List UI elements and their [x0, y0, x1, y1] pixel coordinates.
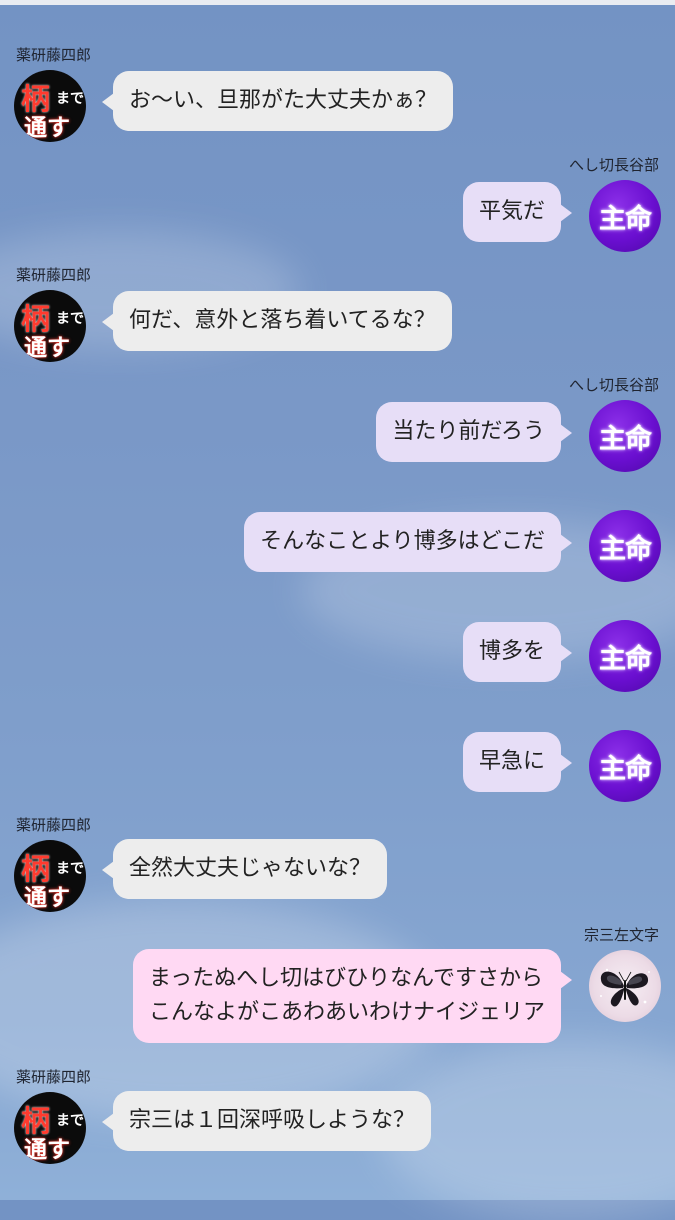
avatar-yagen[interactable]: 柄 まで 通す: [14, 70, 86, 142]
avatar-yagen[interactable]: 柄 まで 通す: [14, 290, 86, 362]
avatar-text: まで: [56, 91, 84, 107]
sender-name: 薬研藤四郎: [16, 46, 92, 64]
sender-name: へし切長谷部: [568, 376, 659, 394]
sender-name: 宗三左文字: [583, 926, 659, 944]
avatar-text: 主命: [599, 533, 652, 565]
message-bubble[interactable]: そんなことより博多はどこだ: [244, 512, 572, 572]
butterfly-icon: [600, 968, 650, 1007]
message-bubble[interactable]: 何だ、意外と落ち着いてるな？: [102, 291, 452, 351]
top-edge: [0, 0, 675, 5]
message-bubble[interactable]: お〜い、旦那がた大丈夫かぁ？: [101, 71, 454, 131]
avatar-hasebe[interactable]: 主命: [589, 400, 661, 472]
message-bubble[interactable]: 全然大丈夫じゃないな？: [101, 839, 388, 899]
avatar-hasebe[interactable]: 主命: [589, 510, 661, 582]
message-bubble[interactable]: 平気だ: [462, 182, 573, 242]
message-bubble[interactable]: 博多を: [462, 622, 573, 682]
avatar-hasebe[interactable]: 主命: [589, 730, 661, 802]
avatar-text: まで: [56, 311, 84, 327]
message-bubble[interactable]: 宗三は１回深呼吸しような？: [101, 1091, 432, 1151]
message-bubble[interactable]: まったぬへし切はびひりなんですさから こんなよがこあわあいわけナイジェリア: [132, 949, 573, 1043]
sender-name: 薬研藤四郎: [16, 816, 92, 834]
avatar-yagen[interactable]: 柄 まで 通す: [14, 840, 86, 912]
avatar-text: 通す: [24, 885, 70, 911]
avatar-text: まで: [56, 1113, 84, 1129]
avatar-text: 主命: [599, 203, 652, 235]
avatar-text: 主命: [599, 423, 652, 455]
avatar-hasebe[interactable]: 主命: [589, 180, 661, 252]
avatar-text: 通す: [24, 335, 70, 361]
message-bubble[interactable]: 早急に: [462, 732, 573, 792]
avatar-text: 通す: [24, 115, 70, 141]
avatar-yagen[interactable]: 柄 まで 通す: [14, 1092, 86, 1164]
avatar-text: 主命: [599, 753, 652, 785]
sender-name: へし切長谷部: [568, 156, 659, 174]
avatar-text: 主命: [599, 643, 652, 675]
avatar-text: まで: [56, 861, 84, 877]
avatar-souza[interactable]: [589, 950, 661, 1022]
avatar-hasebe[interactable]: 主命: [589, 620, 661, 692]
sender-name: 薬研藤四郎: [16, 1068, 92, 1086]
message-bubble[interactable]: 当たり前だろう: [376, 402, 572, 462]
sender-name: 薬研藤四郎: [16, 266, 92, 284]
avatar-text: 通す: [24, 1137, 70, 1163]
